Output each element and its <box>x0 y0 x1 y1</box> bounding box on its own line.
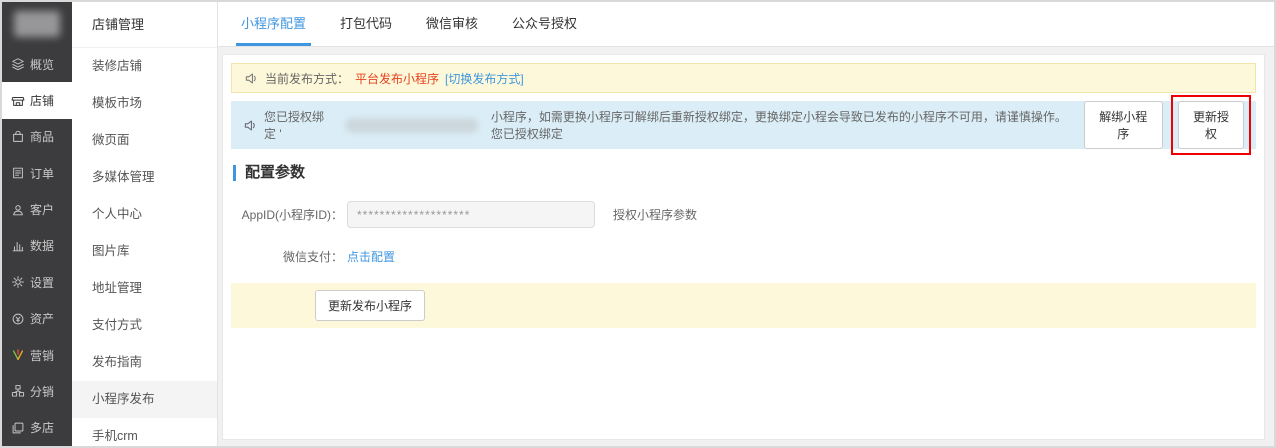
main-content: 小程序配置 打包代码 微信审核 公众号授权 当前发布方式： 平台发布小程序 [切… <box>218 2 1274 446</box>
sidebar-item-distribution[interactable]: 分销 <box>2 373 72 409</box>
sidebar-item-assets[interactable]: 资产 <box>2 301 72 337</box>
assets-icon <box>12 313 24 325</box>
tab-official-account-auth[interactable]: 公众号授权 <box>495 2 594 46</box>
submenu-item-publish-guide[interactable]: 发布指南 <box>72 344 217 381</box>
submenu-item-address-management[interactable]: 地址管理 <box>72 270 217 307</box>
customers-icon <box>13 204 23 215</box>
sidebar-item-label: 客户 <box>30 203 55 218</box>
panel-wrap: 当前发布方式： 平台发布小程序 [切换发布方式] 您已授权绑定 ' 小程序，如需… <box>218 47 1274 446</box>
binding-text-after: 小程序，如需更换小程序可解绑后重新授权绑定，更换绑定小程会导致已发布的小程序不可… <box>490 110 1067 141</box>
sidebar-item-label: 资产 <box>30 312 55 327</box>
submenu-item-personal-center[interactable]: 个人中心 <box>72 196 217 233</box>
app-window: 概览 店铺 商品 订单 客户 数据 设置 资产 营销 分销 多店 店铺管理 装修… <box>0 0 1276 448</box>
submenu-item-image-library[interactable]: 图片库 <box>72 233 217 270</box>
binding-text-before: 您已授权绑定 ' <box>264 110 325 141</box>
publish-mode-value: 平台发布小程序 <box>355 71 440 86</box>
appid-row: AppID(小程序ID)： 授权小程序参数 <box>231 201 1256 228</box>
sidebar-item-settings[interactable]: 设置 <box>2 264 72 300</box>
goods-icon <box>13 130 23 142</box>
wechat-pay-row: 微信支付： 点击配置 <box>231 248 1256 265</box>
tab-package-code[interactable]: 打包代码 <box>323 2 409 46</box>
publish-bar: 更新发布小程序 <box>231 283 1256 328</box>
switch-publish-mode-link[interactable]: [切换发布方式] <box>445 70 524 87</box>
data-icon <box>12 242 24 252</box>
sidebar-item-customers[interactable]: 客户 <box>2 191 72 227</box>
sidebar-item-goods[interactable]: 商品 <box>2 119 72 155</box>
unbind-miniprogram-button[interactable]: 解绑小程序 <box>1083 101 1164 149</box>
sidebar-item-data[interactable]: 数据 <box>2 228 72 264</box>
appid-input[interactable] <box>347 201 595 228</box>
sidebar-item-label: 多店 <box>30 421 55 436</box>
settings-icon <box>12 276 24 289</box>
bound-miniprogram-name-blurred <box>345 117 479 133</box>
secondary-sidebar: 店铺管理 装修店铺 模板市场 微页面 多媒体管理 个人中心 图片库 地址管理 支… <box>72 2 218 446</box>
wechat-pay-label: 微信支付： <box>282 250 343 264</box>
submenu-item-payment-methods[interactable]: 支付方式 <box>72 307 217 344</box>
tab-miniprogram-config[interactable]: 小程序配置 <box>224 2 323 46</box>
publish-mode-prefix: 当前发布方式： <box>265 71 350 86</box>
tab-bar: 小程序配置 打包代码 微信审核 公众号授权 <box>218 2 1274 47</box>
sidebar-item-marketing[interactable]: 营销 <box>2 337 72 373</box>
sidebar-item-label: 营销 <box>30 348 55 363</box>
sidebar-item-label: 分销 <box>30 384 55 399</box>
overview-icon <box>12 58 24 71</box>
primary-sidebar: 概览 店铺 商品 订单 客户 数据 设置 资产 营销 分销 多店 <box>2 2 72 446</box>
sidebar-item-label: 店铺 <box>30 94 55 109</box>
update-auth-button[interactable]: 更新授权 <box>1178 101 1244 149</box>
sidebar-item-orders[interactable]: 订单 <box>2 155 72 191</box>
submenu-item-decorate-store[interactable]: 装修店铺 <box>72 48 217 85</box>
orders-icon <box>13 167 23 179</box>
update-auth-annotated: 更新授权 <box>1171 95 1251 155</box>
secondary-sidebar-header: 店铺管理 <box>72 2 217 48</box>
sidebar-item-multistore[interactable]: 多店 <box>2 410 72 446</box>
submenu-item-micro-page[interactable]: 微页面 <box>72 122 217 159</box>
sidebar-item-label: 设置 <box>30 275 55 290</box>
submenu-item-mobile-crm[interactable]: 手机crm <box>72 418 217 446</box>
config-section-title: 配置参数 <box>233 165 1256 181</box>
store-icon <box>11 96 25 106</box>
publish-mode-notice: 当前发布方式： 平台发布小程序 [切换发布方式] <box>231 63 1256 93</box>
wechat-pay-config-link[interactable]: 点击配置 <box>347 248 395 265</box>
submenu-item-multimedia[interactable]: 多媒体管理 <box>72 159 217 196</box>
logo-blurred <box>14 11 60 37</box>
submenu-item-miniprogram-publish[interactable]: 小程序发布 <box>72 381 217 418</box>
speaker-icon <box>244 119 255 131</box>
config-panel: 当前发布方式： 平台发布小程序 [切换发布方式] 您已授权绑定 ' 小程序，如需… <box>222 54 1265 440</box>
sidebar-item-label: 数据 <box>30 239 55 254</box>
marketing-icon <box>12 349 24 361</box>
appid-hint: 授权小程序参数 <box>613 208 698 222</box>
logo <box>2 2 72 46</box>
distribution-icon <box>11 385 25 397</box>
binding-notice: 您已授权绑定 ' 小程序，如需更换小程序可解绑后重新授权绑定，更换绑定小程会导致… <box>231 95 1256 155</box>
update-publish-miniprogram-button[interactable]: 更新发布小程序 <box>315 290 426 321</box>
appid-label: AppID(小程序ID)： <box>241 208 343 222</box>
sidebar-item-store[interactable]: 店铺 <box>2 82 72 119</box>
multistore-icon <box>12 422 24 434</box>
sidebar-item-label: 订单 <box>30 166 55 181</box>
sidebar-item-label: 商品 <box>30 130 55 145</box>
submenu-item-template-market[interactable]: 模板市场 <box>72 85 217 122</box>
tab-wechat-review[interactable]: 微信审核 <box>409 2 495 46</box>
speaker-icon <box>245 72 256 84</box>
sidebar-item-label: 概览 <box>30 57 55 72</box>
sidebar-item-overview[interactable]: 概览 <box>2 46 72 82</box>
